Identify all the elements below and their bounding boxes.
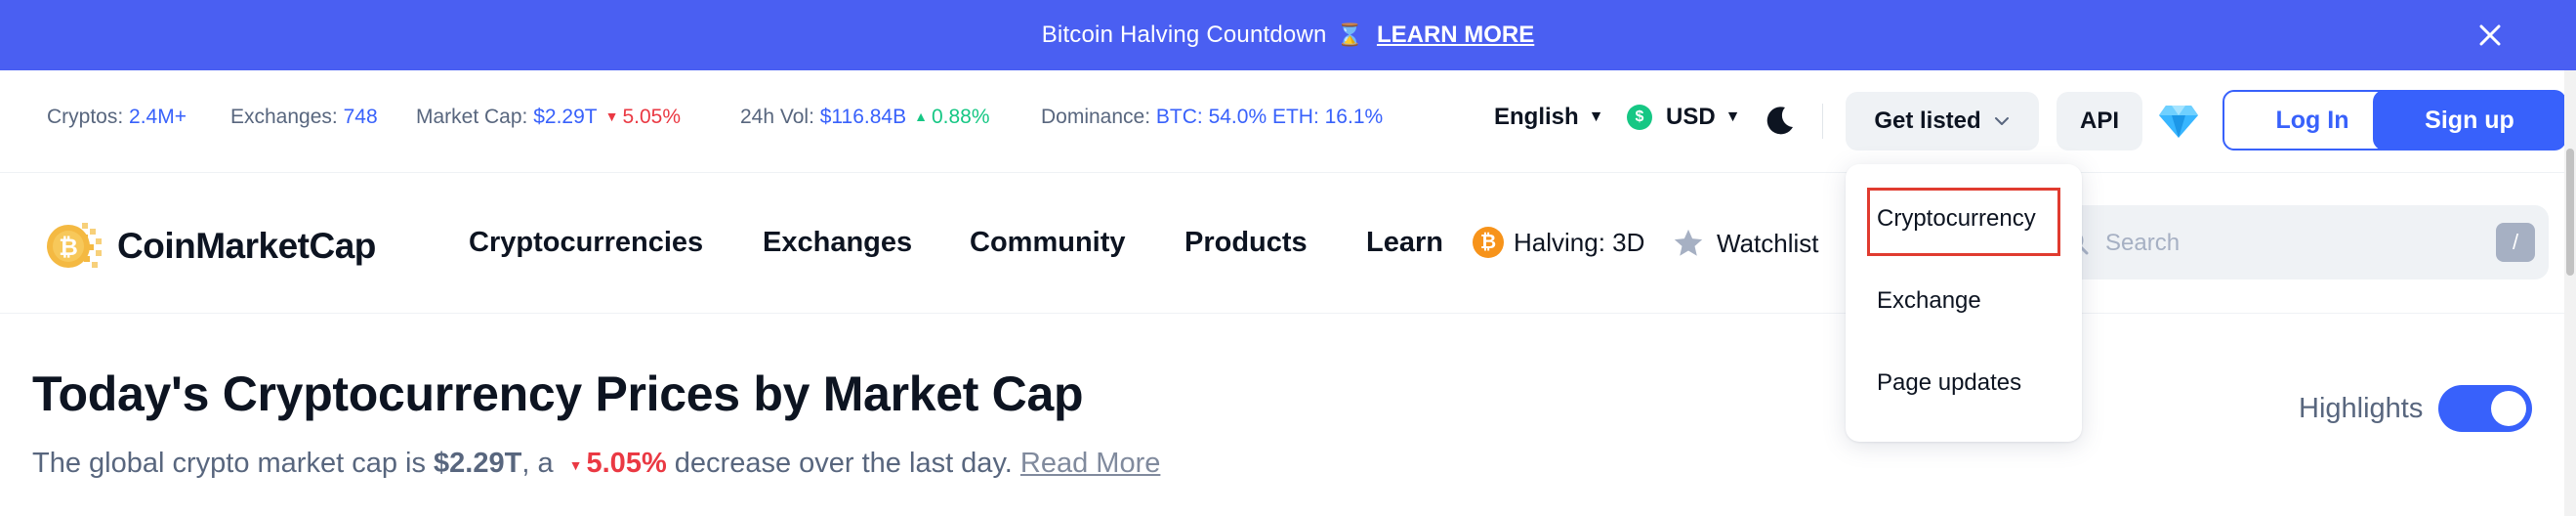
page-title: Today's Cryptocurrency Prices by Market … bbox=[32, 366, 1084, 421]
halving-label: Halving: 3D bbox=[1514, 227, 1645, 257]
moon-icon[interactable] bbox=[1764, 104, 1797, 137]
logo-text: CoinMarketCap bbox=[117, 226, 376, 266]
main-nav: ₿ CoinMarketCap Cryptocurrencies Exchang… bbox=[0, 172, 2576, 314]
stat-24h-vol-change: 0.88% bbox=[931, 106, 990, 128]
subtitle-market-cap: $2.29T bbox=[434, 448, 522, 479]
close-icon bbox=[2479, 24, 2501, 46]
toolbar-divider bbox=[1822, 104, 1823, 139]
stat-cryptos: Cryptos: 2.4M+ bbox=[47, 106, 187, 129]
api-label: API bbox=[2079, 108, 2119, 134]
star-icon bbox=[1674, 229, 1703, 256]
hourglass-icon: ⌛ bbox=[1336, 22, 1363, 47]
caret-down-icon: ▼ bbox=[568, 457, 583, 473]
stat-exchanges-value[interactable]: 748 bbox=[344, 106, 378, 128]
get-listed-dropdown: Cryptocurrency Exchange Page updates bbox=[1846, 164, 2082, 442]
currency-selector[interactable]: $ USD ▼ bbox=[1627, 104, 1741, 131]
highlights-label: Highlights bbox=[2299, 392, 2424, 424]
stat-24h-vol-label: 24h Vol: bbox=[740, 106, 814, 128]
close-banner-button[interactable] bbox=[2471, 16, 2510, 55]
stat-dominance: Dominance: BTC: 54.0% ETH: 16.1% bbox=[1041, 106, 1383, 129]
highlights-toggle[interactable] bbox=[2438, 385, 2533, 432]
language-selector[interactable]: English ▼ bbox=[1494, 104, 1604, 131]
caret-down-icon: ▼ bbox=[604, 108, 619, 124]
chevron-down-icon bbox=[1994, 117, 2009, 125]
stat-market-cap-value[interactable]: $2.29T bbox=[533, 106, 597, 128]
dollar-icon: $ bbox=[1627, 105, 1652, 130]
page-subtitle: The global crypto market cap is $2.29T, … bbox=[32, 448, 1160, 480]
signup-button[interactable]: Sign up bbox=[2373, 90, 2566, 150]
banner-text: Bitcoin Halving Countdown bbox=[1041, 22, 1327, 48]
signup-label: Sign up bbox=[2425, 106, 2514, 134]
subtitle-change: 5.05% bbox=[586, 448, 667, 479]
api-button[interactable]: API bbox=[2057, 92, 2142, 150]
stat-market-cap: Market Cap: $2.29T ▼ 5.05% bbox=[416, 106, 681, 129]
caret-up-icon: ▲ bbox=[914, 108, 928, 124]
nav-exchanges[interactable]: Exchanges bbox=[763, 227, 912, 259]
svg-text:₿: ₿ bbox=[59, 235, 78, 261]
stat-exchanges-label: Exchanges: bbox=[230, 106, 338, 128]
stat-dominance-value[interactable]: BTC: 54.0% ETH: 16.1% bbox=[1156, 106, 1383, 128]
scrollbar[interactable] bbox=[2564, 70, 2576, 516]
stat-dominance-label: Dominance: bbox=[1041, 106, 1151, 128]
read-more-link[interactable]: Read More bbox=[1020, 448, 1160, 479]
currency-label: USD bbox=[1666, 104, 1716, 130]
nav-cryptocurrencies[interactable]: Cryptocurrencies bbox=[469, 227, 703, 259]
nav-learn[interactable]: Learn bbox=[1366, 227, 1443, 259]
get-listed-button[interactable]: Get listed bbox=[1846, 92, 2039, 150]
coinmarketcap-logo-icon: ₿ bbox=[47, 223, 102, 268]
stat-24h-vol-value[interactable]: $116.84B bbox=[820, 106, 906, 128]
nav-products[interactable]: Products bbox=[1184, 227, 1308, 259]
stat-exchanges: Exchanges: 748 bbox=[230, 106, 378, 129]
search-input[interactable] bbox=[2103, 223, 2478, 264]
logo[interactable]: ₿ CoinMarketCap bbox=[45, 215, 376, 278]
language-label: English bbox=[1494, 104, 1579, 130]
search-shortcut-key: / bbox=[2496, 223, 2535, 262]
scrollbar-thumb[interactable] bbox=[2566, 149, 2574, 276]
dropdown-item-exchange[interactable]: Exchange bbox=[1877, 287, 1981, 315]
subtitle-mid: , a bbox=[521, 448, 554, 479]
dropdown-item-page-updates[interactable]: Page updates bbox=[1877, 369, 2021, 397]
stat-market-cap-label: Market Cap: bbox=[416, 106, 528, 128]
diamond-icon[interactable] bbox=[2158, 102, 2199, 141]
stat-cryptos-label: Cryptos: bbox=[47, 106, 124, 128]
dropdown-item-cryptocurrency[interactable]: Cryptocurrency bbox=[1877, 205, 2036, 233]
watchlist-label: Watchlist bbox=[1717, 228, 1819, 258]
caret-down-icon: ▼ bbox=[1588, 108, 1604, 125]
bitcoin-icon: ₿ bbox=[1473, 227, 1504, 258]
announcement-banner: Bitcoin Halving Countdown ⌛ LEARN MORE bbox=[0, 0, 2576, 70]
subtitle-suffix: decrease over the last day. bbox=[674, 448, 1013, 479]
stat-24h-vol: 24h Vol: $116.84B ▲ 0.88% bbox=[740, 106, 990, 129]
watchlist-link[interactable]: Watchlist bbox=[1672, 227, 1819, 260]
login-label: Log In bbox=[2275, 106, 2349, 134]
caret-down-icon: ▼ bbox=[1724, 108, 1741, 125]
learn-more-link[interactable]: LEARN MORE bbox=[1377, 22, 1534, 49]
stat-cryptos-value[interactable]: 2.4M+ bbox=[129, 106, 187, 128]
search-box[interactable]: / bbox=[2041, 205, 2549, 280]
subtitle-prefix: The global crypto market cap is bbox=[32, 448, 426, 479]
highlights-toggle-group: Highlights bbox=[2299, 385, 2533, 432]
nav-community[interactable]: Community bbox=[970, 227, 1126, 259]
toggle-knob bbox=[2491, 391, 2527, 426]
halving-link[interactable]: ₿ Halving: 3D bbox=[1473, 227, 1644, 258]
get-listed-label: Get listed bbox=[1874, 108, 1981, 134]
stat-market-cap-change: 5.05% bbox=[622, 106, 682, 128]
